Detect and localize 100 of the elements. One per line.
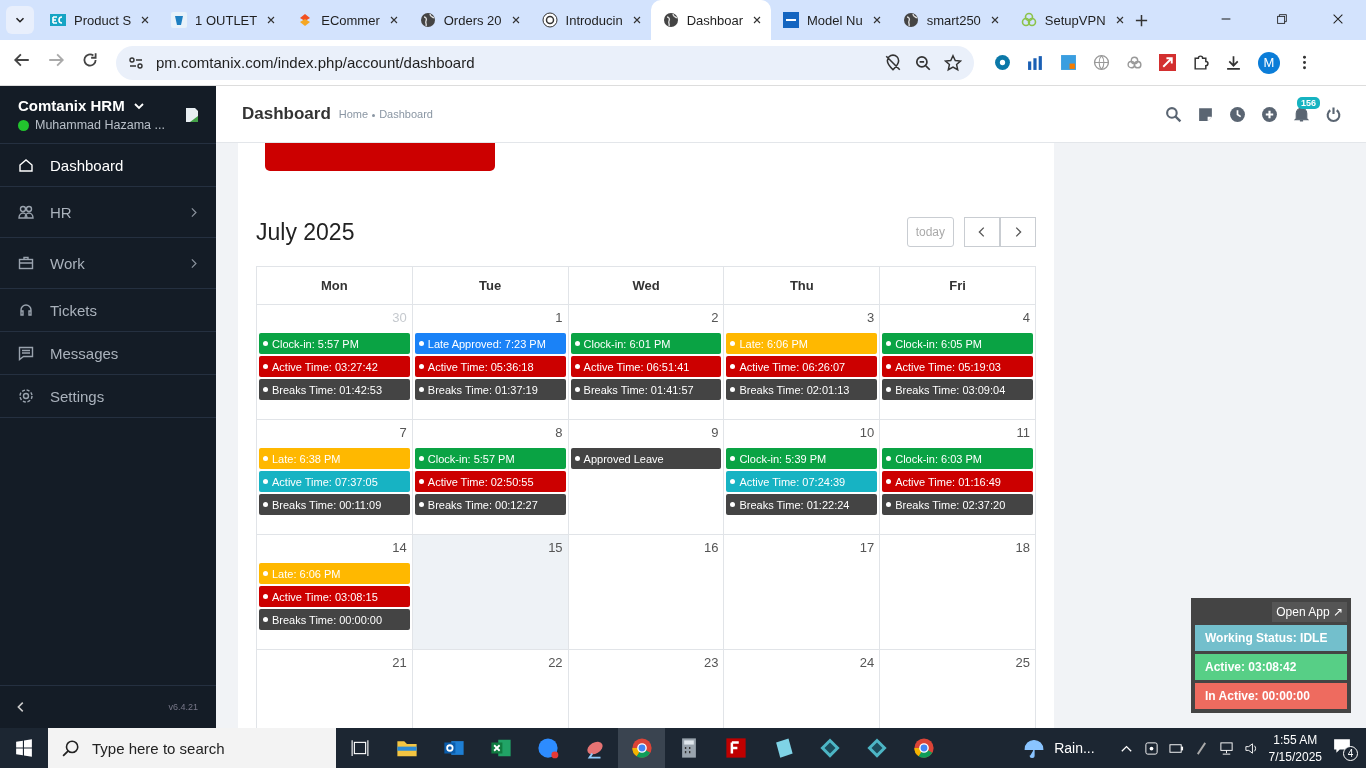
network-icon[interactable] <box>1218 740 1234 756</box>
volume-icon[interactable] <box>1243 740 1259 756</box>
calendar-event[interactable]: Breaks Time: 02:01:13 <box>726 379 878 400</box>
day-cell[interactable]: 18 <box>880 535 1036 650</box>
calendar-event[interactable]: Active Time: 03:27:42 <box>259 356 410 377</box>
day-cell[interactable]: 7 Late: 6:38 PM Active Time: 07:37:05 Breaks Time: 00:11:09 <box>257 420 413 535</box>
browser-tab[interactable]: ECommer <box>285 0 408 40</box>
brand-name[interactable]: Comtanix HRM <box>18 97 125 114</box>
rain-umbrella-icon[interactable] <box>1024 738 1045 758</box>
day-cell[interactable]: 4 Clock-in: 6:05 PM Active Time: 05:19:03 Breaks Time: 03:09:04 <box>880 305 1036 420</box>
browser-tab[interactable]: Dashboar <box>650 0 771 40</box>
search-icon[interactable] <box>1165 105 1182 123</box>
calendar-event[interactable]: Breaks Time: 00:12:27 <box>414 494 566 515</box>
day-cell[interactable]: 10 Clock-in: 5:39 PM Active Time: 07:24:39 Breaks Time: 01:22:24 <box>724 420 881 535</box>
calendar-event[interactable]: Active Time: 06:26:07 <box>726 356 878 377</box>
location-off-icon[interactable] <box>884 53 902 72</box>
browser-app-icon[interactable] <box>912 737 935 759</box>
calendar-event[interactable]: Breaks Time: 00:11:09 <box>259 494 410 515</box>
puzzle-icon[interactable] <box>1192 54 1209 71</box>
day-cell[interactable]: 9 Approved Leave <box>568 420 725 535</box>
address-bar[interactable]: pm.comtanix.com/index.php/account/dashboard <box>116 45 974 80</box>
logo-icon <box>783 12 799 28</box>
online-status-dot <box>18 119 29 131</box>
browser-tab[interactable]: Introducin <box>529 0 651 40</box>
diamond-app-icon[interactable] <box>818 737 841 759</box>
calendar-event[interactable]: Breaks Time: 03:09:04 <box>882 379 1033 400</box>
calendar-event[interactable]: Late Approved: 7:23 PM <box>414 333 566 354</box>
diamond-app-icon[interactable] <box>865 737 888 759</box>
globe-icon <box>419 12 436 28</box>
calendar-event[interactable]: Breaks Time: 01:37:19 <box>414 379 566 400</box>
close-icon[interactable] <box>751 14 763 26</box>
day-cell[interactable]: 8 Clock-in: 5:57 PM Active Time: 02:50:55 Breaks Time: 00:12:27 <box>412 420 569 535</box>
globe-icon[interactable] <box>1093 54 1110 71</box>
calendar-event[interactable]: Active Time: 01:16:49 <box>882 471 1033 492</box>
browser-app-icon[interactable] <box>630 737 653 759</box>
taskbar-clock[interactable]: 1:55 AM 7/15/2025 <box>1268 732 1322 764</box>
day-number: 11 <box>1015 424 1031 442</box>
calendar-event[interactable]: Breaks Time: 01:42:53 <box>259 379 410 400</box>
day-cell[interactable]: 14 Late: 6:06 PM Active Time: 03:08:15 Breaks Time: 00:00:00 <box>257 535 413 650</box>
task-view-icon[interactable] <box>350 739 369 757</box>
profile-avatar[interactable]: M <box>1258 51 1280 74</box>
calendar-event[interactable]: Active Time: 06:51:41 <box>570 356 722 377</box>
bar-chart-icon[interactable] <box>1027 54 1044 71</box>
back-icon[interactable] <box>13 51 31 69</box>
spreadsheet-app-icon[interactable] <box>489 737 512 759</box>
browser-tab[interactable]: SetupVPN <box>1008 0 1134 40</box>
extension-icon[interactable] <box>1060 54 1077 71</box>
download-icon[interactable] <box>1225 54 1242 71</box>
url-text: pm.comtanix.com/index.php/account/dashboard <box>156 54 476 71</box>
calendar-event[interactable]: Active Time: 05:36:18 <box>414 356 566 377</box>
home-icon <box>18 157 34 173</box>
add-icon[interactable] <box>1261 105 1278 123</box>
browser-tab[interactable]: Product S <box>38 0 160 40</box>
extension-icon[interactable] <box>994 54 1011 71</box>
day-cell[interactable]: 11 Clock-in: 6:03 PM Active Time: 01:16:49 Breaks Time: 02:37:20 <box>880 420 1036 535</box>
calendar-event[interactable]: Breaks Time: 02:37:20 <box>882 494 1033 515</box>
chevron-down-icon[interactable] <box>132 100 145 111</box>
open-app-button[interactable]: Open App ↗ <box>1272 602 1347 622</box>
zoom-out-icon[interactable] <box>914 53 932 72</box>
restore-icon[interactable] <box>1275 11 1289 26</box>
site-settings-icon[interactable] <box>128 54 144 71</box>
day-cell[interactable]: 15 <box>412 535 569 650</box>
bell-icon[interactable] <box>1293 105 1310 123</box>
calendar-event[interactable]: Active Time: 03:08:15 <box>259 586 410 607</box>
clock-icon[interactable] <box>1229 105 1246 123</box>
power-icon[interactable] <box>1325 105 1342 123</box>
calendar-title: July 2025 <box>256 218 356 246</box>
people-icon <box>18 204 34 220</box>
calendar-event[interactable]: Active Time: 05:19:03 <box>882 356 1033 377</box>
notification-center-button[interactable]: 4 <box>1332 737 1358 759</box>
calendar-event[interactable]: Breaks Time: 00:00:00 <box>259 609 410 630</box>
reload-icon[interactable] <box>81 51 99 69</box>
taskbar-search-field[interactable]: Type here to search <box>48 728 336 768</box>
arrow-icon[interactable] <box>1159 54 1176 71</box>
cloud-icon[interactable] <box>1126 54 1143 71</box>
day-cell[interactable]: 1 Late Approved: 7:23 PM Active Time: 05:36:18 Breaks Time: 01:37:19 <box>412 305 569 420</box>
browser-tab[interactable]: Model Nu <box>771 0 891 40</box>
day-cell[interactable]: 16 <box>568 535 725 650</box>
day-cell[interactable]: 30 Clock-in: 5:57 PM Active Time: 03:27:42 Breaks Time: 01:42:53 <box>257 305 413 420</box>
day-number: 30 <box>391 309 408 327</box>
browser-tab[interactable]: Orders 20 <box>407 0 530 40</box>
calendar-event[interactable]: Approved Leave <box>570 448 722 469</box>
weather-text[interactable]: Rain... <box>1054 740 1095 756</box>
browser-tab[interactable]: smart250 <box>890 0 1009 40</box>
note-icon[interactable] <box>1197 105 1214 123</box>
windows-start-icon[interactable] <box>15 739 33 757</box>
calendar-event[interactable]: Breaks Time: 01:41:57 <box>570 379 722 400</box>
calendar-event[interactable]: Breaks Time: 01:22:24 <box>726 494 878 515</box>
day-cell[interactable]: 3 Late: 6:06 PM Active Time: 06:26:07 Breaks Time: 02:01:13 <box>724 305 881 420</box>
calendar-event[interactable]: Active Time: 02:50:55 <box>414 471 566 492</box>
browser-tab[interactable]: 1 OUTLET <box>159 0 286 40</box>
day-number: 24 <box>858 654 876 672</box>
message-icon <box>18 345 34 361</box>
tray-app-icon[interactable] <box>1143 740 1159 756</box>
plus-icon[interactable] <box>1133 12 1149 28</box>
globe-icon <box>902 12 919 28</box>
day-cell[interactable]: 17 <box>724 535 881 650</box>
ftp-app-icon[interactable] <box>724 737 747 759</box>
day-cell[interactable]: 2 Clock-in: 6:01 PM Active Time: 06:51:41 Breaks Time: 01:41:57 <box>568 305 725 420</box>
star-icon[interactable] <box>944 53 962 72</box>
